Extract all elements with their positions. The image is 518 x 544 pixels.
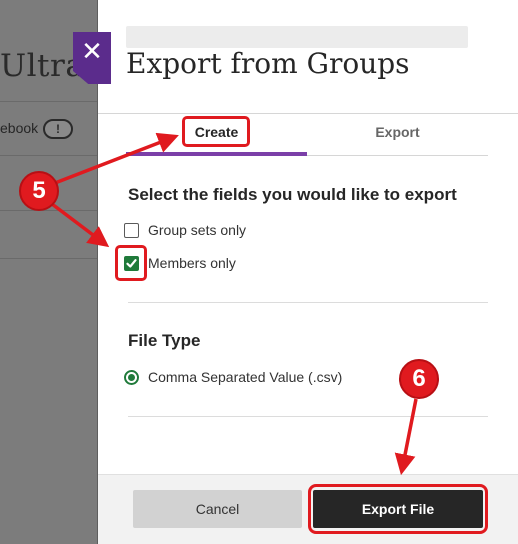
- divider: [128, 302, 488, 303]
- csv-radio[interactable]: [124, 369, 139, 385]
- members-option[interactable]: Members only: [124, 252, 236, 274]
- divider: [128, 416, 488, 417]
- panel-footer: Cancel Export File: [98, 474, 518, 544]
- divider: [307, 155, 488, 156]
- cancel-button[interactable]: Cancel: [133, 490, 302, 528]
- group-sets-option[interactable]: Group sets only: [124, 219, 246, 241]
- course-title: Ultra: [0, 48, 85, 84]
- close-icon: ✕: [81, 36, 103, 66]
- file-type-heading: File Type: [128, 331, 201, 350]
- step-six-badge: 6: [399, 359, 439, 399]
- tab-create[interactable]: Create: [126, 114, 307, 156]
- csv-option[interactable]: Comma Separated Value (.csv): [124, 366, 342, 388]
- members-checkbox[interactable]: [124, 255, 139, 271]
- members-label: Members only: [148, 255, 236, 271]
- gradebook-label: ebook: [0, 120, 39, 136]
- divider: [0, 155, 98, 156]
- divider: [0, 258, 98, 259]
- export-file-button[interactable]: Export File: [313, 490, 483, 528]
- active-tab-indicator: [126, 152, 307, 156]
- background-course-page: Ultra ebook !: [0, 0, 98, 544]
- breadcrumb: [126, 26, 468, 48]
- page-title: Export from Groups: [126, 47, 410, 80]
- tab-export[interactable]: Export: [307, 114, 488, 156]
- divider: [0, 210, 98, 211]
- step-five-badge: 5: [19, 171, 59, 211]
- export-panel: Export from Groups Create Export Select …: [97, 0, 518, 544]
- checkmark-icon: [126, 258, 137, 268]
- alert-badge: !: [43, 119, 73, 139]
- group-sets-label: Group sets only: [148, 222, 247, 238]
- group-sets-checkbox[interactable]: [124, 222, 139, 238]
- csv-label: Comma Separated Value (.csv): [148, 369, 343, 385]
- divider: [0, 101, 98, 102]
- fields-heading: Select the fields you would like to expo…: [128, 185, 457, 204]
